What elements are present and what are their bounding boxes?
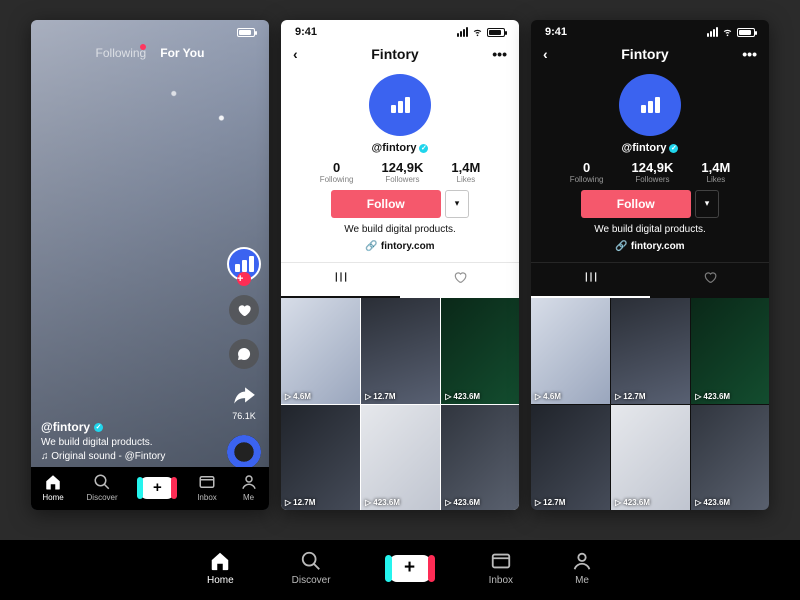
stat-likes[interactable]: 1,4MLikes: [701, 160, 730, 184]
nav-home[interactable]: Home: [42, 473, 63, 502]
tab-liked[interactable]: [400, 263, 519, 298]
search-icon: [300, 550, 322, 572]
nav-me[interactable]: Me: [240, 473, 258, 502]
nav-inbox[interactable]: Inbox: [197, 473, 217, 502]
follow-button[interactable]: Follow: [581, 190, 691, 218]
verified-icon: ✓: [669, 144, 678, 153]
profile-stats: 0Following 124,9KFollowers 1,4MLikes: [570, 160, 731, 184]
video-thumb[interactable]: ▷ 12.7M: [361, 298, 440, 404]
profile-handle: @fintory: [622, 142, 667, 154]
video-thumb[interactable]: ▷ 12.7M: [281, 405, 360, 511]
status-bar: 9:41: [281, 20, 519, 40]
creator-avatar[interactable]: [227, 247, 261, 281]
more-button[interactable]: •••: [492, 46, 507, 62]
profile-bio: We build digital products.: [594, 224, 706, 235]
video-thumb[interactable]: ▷ 4.6M: [281, 298, 360, 404]
video-meta: @fintory ✓ We build digital products. ♫ O…: [41, 420, 165, 462]
profile-tabs: [281, 262, 519, 298]
verified-icon: ✓: [419, 144, 428, 153]
verified-icon: ✓: [94, 423, 103, 432]
profile-light: 9:41 ‹ Fintory ••• @fintory✓ 0Following …: [281, 20, 519, 510]
inbox-icon: [490, 550, 512, 572]
video-thumb[interactable]: ▷ 423.6M: [441, 298, 519, 404]
tab-liked[interactable]: [650, 263, 769, 298]
video-thumb[interactable]: ▷ 12.7M: [531, 405, 610, 511]
stat-followers[interactable]: 124,9KFollowers: [381, 160, 423, 184]
nav-discover[interactable]: Discover: [292, 550, 331, 586]
status-time: 9:41: [545, 26, 567, 38]
like-button[interactable]: [229, 295, 259, 325]
back-button[interactable]: ‹: [543, 46, 548, 62]
profile-link[interactable]: 🔗 fintory.com: [365, 241, 434, 252]
video-caption: We build digital products.: [41, 437, 165, 448]
video-thumb[interactable]: ▷ 4.6M: [531, 298, 610, 404]
back-button[interactable]: ‹: [293, 46, 298, 62]
video-thumb[interactable]: ▷ 12.7M: [611, 298, 690, 404]
profile-bio: We build digital products.: [344, 224, 456, 235]
share-button[interactable]: 76.1K: [231, 383, 257, 421]
stat-following[interactable]: 0Following: [320, 160, 354, 184]
profile-avatar[interactable]: [369, 74, 431, 136]
nav-create[interactable]: +: [389, 555, 431, 582]
nav-home[interactable]: Home: [207, 550, 234, 586]
wifi-icon: [721, 27, 734, 37]
video-thumb[interactable]: ▷ 423.6M: [691, 298, 769, 404]
bottom-nav: Home Discover + Inbox Me: [31, 467, 269, 510]
action-rail: 76.1K: [227, 247, 261, 469]
battery-icon: [737, 28, 755, 37]
feed-screen: 9:41 Following For You 76.1K @fintory✓ W…: [31, 20, 269, 510]
nav-discover[interactable]: Discover: [87, 473, 118, 502]
nav-inbox[interactable]: Inbox: [489, 550, 513, 586]
more-button[interactable]: •••: [742, 46, 757, 62]
feed-tabs: Following For You: [31, 40, 269, 66]
global-nav: Home Discover + Inbox Me: [0, 540, 800, 600]
profile-title: Fintory: [621, 46, 668, 62]
comment-button[interactable]: [229, 339, 259, 369]
tab-grid[interactable]: [531, 263, 650, 298]
profile-title: Fintory: [371, 46, 418, 62]
tab-foryou[interactable]: For You: [160, 46, 204, 60]
nav-create[interactable]: +: [140, 477, 174, 499]
profile-tabs: [531, 262, 769, 298]
tab-grid[interactable]: [281, 263, 400, 298]
status-time: 9:41: [295, 26, 317, 38]
tab-following[interactable]: Following: [96, 46, 147, 60]
sound-disc[interactable]: [227, 435, 261, 469]
battery-icon: [237, 28, 255, 37]
video-thumb[interactable]: ▷ 423.6M: [361, 405, 440, 511]
wifi-icon: [471, 27, 484, 37]
creator-handle[interactable]: @fintory: [41, 420, 90, 434]
follow-button[interactable]: Follow: [331, 190, 441, 218]
video-thumb[interactable]: ▷ 423.6M: [611, 405, 690, 511]
nav-me[interactable]: Me: [571, 550, 593, 586]
status-bar: 9:41: [531, 20, 769, 40]
video-grid: ▷ 4.6M ▷ 12.7M ▷ 423.6M ▷ 12.7M ▷ 423.6M…: [531, 298, 769, 510]
profile-dark: 9:41 ‹ Fintory ••• @fintory✓ 0Following …: [531, 20, 769, 510]
profile-stats: 0Following 124,9KFollowers 1,4MLikes: [320, 160, 481, 184]
profile-avatar[interactable]: [619, 74, 681, 136]
stat-likes[interactable]: 1,4MLikes: [451, 160, 480, 184]
video-grid: ▷ 4.6M ▷ 12.7M ▷ 423.6M ▷ 12.7M ▷ 423.6M…: [281, 298, 519, 510]
stat-following[interactable]: 0Following: [570, 160, 604, 184]
battery-icon: [487, 28, 505, 37]
user-icon: [571, 550, 593, 572]
profile-link[interactable]: 🔗 fintory.com: [615, 241, 684, 252]
video-thumb[interactable]: ▷ 423.6M: [441, 405, 519, 511]
signal-icon: [707, 27, 718, 37]
stat-followers[interactable]: 124,9KFollowers: [631, 160, 673, 184]
follow-dropdown[interactable]: ▾: [445, 190, 470, 218]
profile-handle: @fintory: [372, 142, 417, 154]
video-thumb[interactable]: ▷ 423.6M: [691, 405, 769, 511]
sound-label[interactable]: ♫ Original sound - @Fintory: [41, 451, 165, 462]
follow-dropdown[interactable]: ▾: [695, 190, 720, 218]
home-icon: [209, 550, 231, 572]
signal-icon: [457, 27, 468, 37]
